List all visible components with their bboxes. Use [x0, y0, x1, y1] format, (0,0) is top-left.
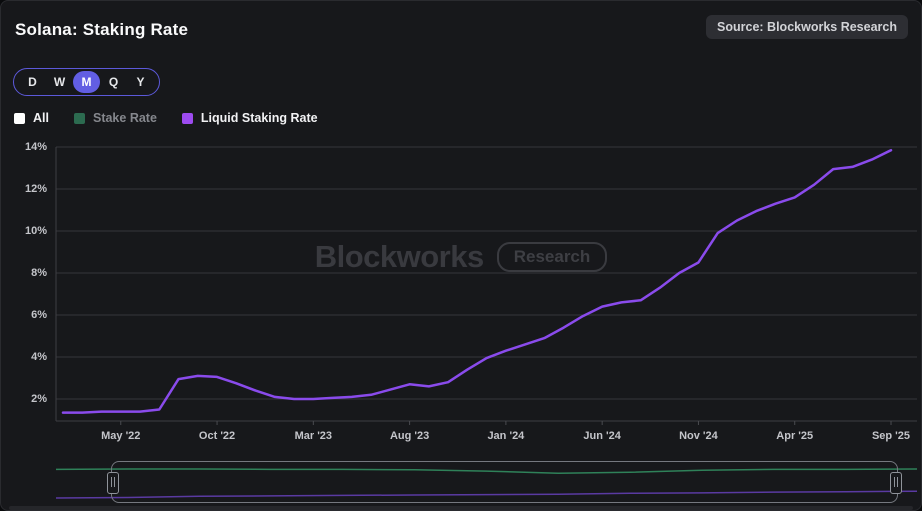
x-tick-label: Aug '23 [370, 429, 450, 443]
x-tick-label: Jun '24 [562, 429, 642, 443]
liquid-staking-rate-line [63, 150, 891, 412]
navigator-handle-left[interactable] [107, 472, 119, 494]
navigator-brush[interactable] [111, 461, 898, 503]
x-tick-label: Mar '23 [273, 429, 353, 443]
chart-card: Solana: Staking Rate Source: Blockworks … [0, 0, 922, 511]
y-tick-label: 6% [1, 308, 47, 322]
y-tick-label: 10% [1, 224, 47, 238]
navigator-handle-right[interactable] [890, 472, 902, 494]
x-tick-label: May '22 [81, 429, 161, 443]
y-tick-label: 8% [1, 266, 47, 280]
x-tick-label: Jan '24 [466, 429, 546, 443]
y-tick-label: 12% [1, 182, 47, 196]
y-tick-label: 2% [1, 392, 47, 406]
y-tick-label: 4% [1, 350, 47, 364]
x-tick-label: Sep '25 [851, 429, 922, 443]
x-tick-label: Oct '22 [177, 429, 257, 443]
scrollbar-track[interactable] [9, 506, 913, 510]
y-tick-label: 14% [1, 140, 47, 154]
x-tick-label: Nov '24 [658, 429, 738, 443]
x-tick-label: Apr '25 [755, 429, 835, 443]
